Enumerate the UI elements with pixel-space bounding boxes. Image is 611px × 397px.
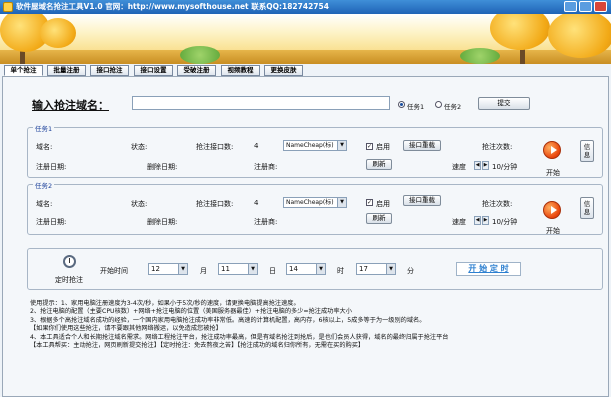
- day-select[interactable]: 11 ▼: [218, 263, 258, 275]
- chevron-down-icon: ▼: [178, 264, 187, 274]
- task2-domain-label: 域名:: [36, 200, 53, 208]
- task2-reg-date-label: 注册日期:: [36, 218, 67, 226]
- task2-speed-down[interactable]: ◀: [474, 216, 481, 225]
- usage-tips: 使用提示：1、家用电脑注册速度为3-4次/秒，如果小于5次/秒的速度，请更换电脑…: [30, 300, 605, 350]
- day-unit: 日: [269, 267, 276, 275]
- task1-speed-down[interactable]: ◀: [474, 161, 481, 170]
- task1-title: 任务1: [33, 123, 55, 133]
- radio-task1[interactable]: [398, 101, 405, 108]
- radio-task2[interactable]: [435, 101, 442, 108]
- task1-status-label: 状态:: [131, 143, 148, 151]
- task2-enable-checkbox[interactable]: ✓: [366, 199, 373, 206]
- tab-video[interactable]: 视频教程: [221, 65, 260, 76]
- chevron-down-icon: ▼: [316, 264, 325, 274]
- task2-speed-label: 速度: [452, 218, 466, 226]
- task1-speed-value: 10/分钟: [492, 163, 518, 171]
- tab-crack-register[interactable]: 受破注册: [177, 65, 216, 76]
- task2-refresh-button[interactable]: 刷新: [366, 213, 392, 224]
- task1-registrar-label: 注册商:: [254, 163, 278, 171]
- month-unit: 月: [200, 267, 207, 275]
- radio-task2-label: 任务2: [444, 103, 462, 111]
- task2-registrar-label: 注册商:: [254, 218, 278, 226]
- task1-start-icon[interactable]: [543, 141, 561, 159]
- task1-refresh-button[interactable]: 刷新: [366, 159, 392, 170]
- start-time-label: 开始时间: [100, 267, 128, 275]
- tip-line: 4、本工具适合个人和长期抢注域名需求。网络工程抢注平台，抢注成功率最高，但是有域…: [30, 333, 449, 341]
- task1-api-reload-button[interactable]: 接口重载: [403, 140, 441, 151]
- task2-title: 任务2: [33, 180, 55, 190]
- task2-info-button[interactable]: 信息: [580, 197, 594, 219]
- task2-attempts-label: 抢注次数:: [482, 200, 513, 208]
- window-title: 软件屋域名抢注工具V1.0 官网：http://www.mysofthouse.…: [16, 2, 329, 11]
- task1-speed-label: 速度: [452, 163, 466, 171]
- task1-info-button[interactable]: 信息: [580, 140, 594, 162]
- app-icon: [3, 2, 13, 12]
- chevron-down-icon: ▼: [337, 198, 346, 207]
- task1-del-date-label: 删除日期:: [147, 163, 178, 171]
- tab-batch[interactable]: 批量注册: [47, 65, 86, 76]
- minute-unit: 分: [407, 267, 414, 275]
- tab-api-settings[interactable]: 接口设置: [134, 65, 173, 76]
- hour-unit: 时: [337, 267, 344, 275]
- task1-enable-checkbox[interactable]: ✓: [366, 143, 373, 150]
- chevron-down-icon: ▼: [337, 141, 346, 150]
- task2-speed-up[interactable]: ▶: [482, 216, 489, 225]
- chevron-down-icon: ▼: [248, 264, 257, 274]
- task1-attempts-label: 抢注次数:: [482, 143, 513, 151]
- task1-api-count: 4: [254, 142, 259, 150]
- month-select[interactable]: 12 ▼: [148, 263, 188, 275]
- task2-del-date-label: 删除日期:: [147, 218, 178, 226]
- tip-line: 2、抢注电脑的配置（主要CPU核数）+网络+抢注电脑的位置（美国服务器最佳）+抢…: [30, 308, 352, 316]
- domain-label: 输入抢注域名：: [32, 99, 109, 112]
- task1-api-count-label: 抢注接口数:: [196, 143, 234, 151]
- task2-group: [27, 184, 603, 235]
- task1-start-label[interactable]: 开始: [546, 168, 560, 178]
- tab-skin[interactable]: 更换皮肤: [264, 65, 303, 76]
- tab-api-register[interactable]: 接口抢注: [90, 65, 129, 76]
- clock-icon: [63, 255, 76, 268]
- hour-select[interactable]: 14 ▼: [286, 263, 326, 275]
- task2-api-count: 4: [254, 199, 259, 207]
- task2-speed-value: 10/分钟: [492, 218, 518, 226]
- task2-api-count-label: 抢注接口数:: [196, 200, 234, 208]
- domain-input[interactable]: [132, 96, 390, 110]
- close-button[interactable]: [594, 1, 607, 12]
- banner-image: [0, 14, 611, 64]
- tab-single[interactable]: 单个抢注: [4, 65, 43, 76]
- task2-status-label: 状态:: [131, 200, 148, 208]
- task1-reg-date-label: 注册日期:: [36, 163, 67, 171]
- title-bar: 软件屋域名抢注工具V1.0 官网：http://www.mysofthouse.…: [0, 0, 611, 14]
- timer-label: 定时抢注: [55, 276, 83, 284]
- tip-line: 【本工具帮买：主动抢注，网页刷新提交抢注】【定时抢注：免去熬夜之苦】【抢注成功的…: [30, 342, 365, 350]
- task2-registrar-select[interactable]: NameCheap(标) ▼: [283, 197, 347, 208]
- tip-line: 3、根据多个高抢注域名成功的经验，一个国内家用电脑抢注成功率非常低。高速的计算机…: [30, 316, 426, 324]
- task2-start-label[interactable]: 开始: [546, 226, 560, 236]
- start-timer-link[interactable]: 开 始 定 时: [456, 262, 521, 276]
- task2-start-icon[interactable]: [543, 201, 561, 219]
- task2-enable-label: 启用: [376, 200, 390, 208]
- task1-domain-label: 域名:: [36, 143, 53, 151]
- tip-line: 【如果你们使用这些抢注，请不要跟其他网络搬运，以免造成您被抢】: [30, 325, 222, 333]
- maximize-button[interactable]: [579, 1, 592, 12]
- minute-select[interactable]: 17 ▼: [356, 263, 396, 275]
- task1-enable-label: 启用: [376, 143, 390, 151]
- task1-registrar-select[interactable]: NameCheap(标) ▼: [283, 140, 347, 151]
- submit-button[interactable]: 提交: [478, 97, 530, 110]
- minimize-button[interactable]: [564, 1, 577, 12]
- radio-task1-label: 任务1: [407, 103, 425, 111]
- chevron-down-icon: ▼: [386, 264, 395, 274]
- task2-api-reload-button[interactable]: 接口重载: [403, 195, 441, 206]
- task1-speed-up[interactable]: ▶: [482, 161, 489, 170]
